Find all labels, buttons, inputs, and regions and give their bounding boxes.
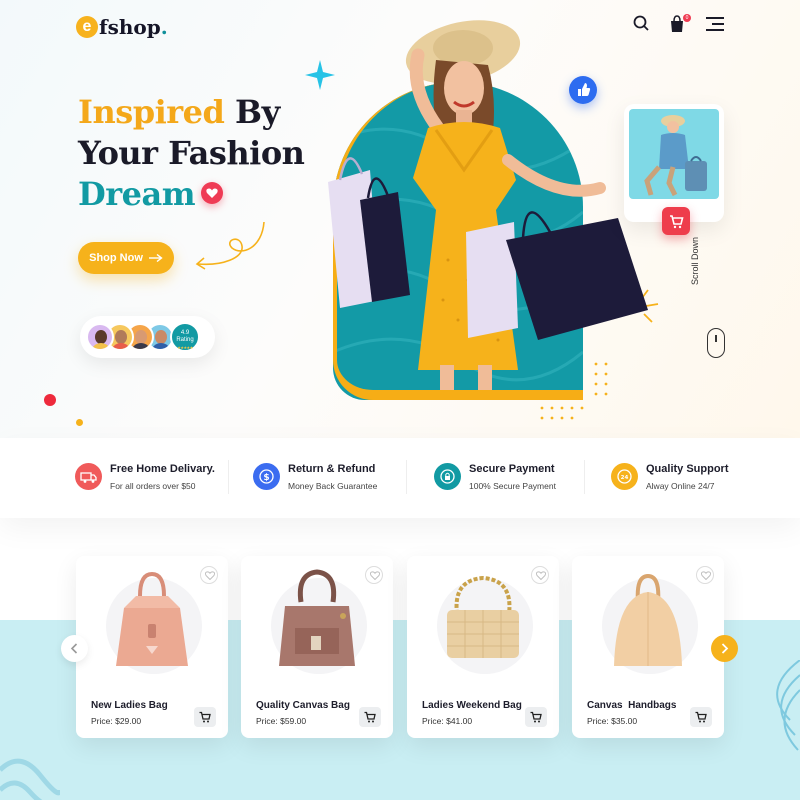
featured-product-image [629,109,719,199]
menu-icon[interactable] [704,13,726,35]
cart-badge: 0 [683,14,691,22]
decorative-swirl [0,758,60,800]
product-name: Quality Canvas Bag [256,700,350,711]
cart-icon [670,215,684,229]
hero-model-image [328,20,648,390]
svg-text:$: $ [263,473,269,483]
add-to-cart-button[interactable] [690,707,712,727]
product-name: New Ladies Bag [91,700,168,711]
feature-subtitle: Alway Online 24/7 [646,481,715,491]
feature-subtitle: For all orders over $50 [110,481,196,491]
truck-icon [75,463,102,490]
feature-payment: Secure Payment 100% Secure Payment [434,463,556,491]
divider [406,460,407,494]
orange-dot [76,419,83,426]
feature-refund: $ Return & Refund Money Back Guarantee [253,463,377,491]
cart-icon [199,711,211,723]
features-bar: Free Home Delivary. For all orders over … [0,438,800,518]
headline-word-by: By [235,93,280,131]
product-card[interactable]: Ladies Weekend Bag Price: $41.00 [407,556,559,738]
rating-stars: ★★★★★ [177,345,193,350]
featured-add-to-cart-button[interactable] [662,207,690,235]
customer-avatars: 4.9 Rating ★★★★★ [80,316,215,358]
rating-badge: 4.9 Rating ★★★★★ [170,322,200,352]
brand-logo[interactable]: e fshop. [76,15,168,39]
featured-product-card[interactable] [624,104,724,222]
dollar-icon: $ [253,463,280,490]
red-dot [44,394,56,406]
thumbs-up-icon [569,76,597,104]
rating-label: Rating [176,337,194,343]
divider [228,460,229,494]
carousel-prev-button[interactable] [61,635,88,662]
shop-now-button[interactable]: Shop Now [78,242,174,274]
scroll-down-label: Scroll Down [690,236,700,285]
product-card[interactable]: New Ladies Bag Price: $29.00 [76,556,228,738]
headline-line-2: Your Fashion [78,134,305,172]
add-to-cart-button[interactable] [359,707,381,727]
product-price: Price: $29.00 [91,716,142,726]
cart-icon [364,711,376,723]
headline-word-inspired: Inspired [78,93,225,131]
cart-icon [695,711,707,723]
heart-icon [201,181,224,204]
chevron-right-icon [721,643,729,654]
support-icon: 24 [611,463,638,490]
product-price: Price: $59.00 [256,716,307,726]
headline-word-dream: Dream [78,175,196,213]
divider [584,460,585,494]
cart-icon[interactable]: 0 [667,13,691,35]
wishlist-heart-icon[interactable] [200,566,218,584]
feature-subtitle: 100% Secure Payment [469,481,556,491]
rating-value: 4.9 [180,330,190,336]
product-image [279,569,355,666]
product-image [614,573,682,666]
shop-now-label: Shop Now [89,252,143,264]
wishlist-heart-icon[interactable] [365,566,383,584]
feature-title: Quality Support [646,463,729,475]
scroll-down-mouse-icon[interactable] [707,328,725,358]
hero-headline: Inspired By Your Fashion Dream [78,92,305,215]
carousel-next-button[interactable] [711,635,738,662]
logo-dot: . [160,15,168,39]
feature-delivery: Free Home Delivary. For all orders over … [75,463,215,491]
curly-arrow-icon [195,221,265,270]
logo-mark: e [76,16,98,38]
product-name: Canvas Handbags [587,700,677,711]
feature-support: 24 Quality Support Alway Online 24/7 [611,463,729,491]
product-price: Price: $41.00 [422,716,473,726]
svg-text:24: 24 [621,475,629,481]
chevron-left-icon [70,643,78,654]
product-image [116,571,188,666]
arrow-right-icon [148,254,163,262]
feature-title: Free Home Delivary. [110,463,215,475]
logo-text: fshop [99,15,161,39]
avatar [86,323,114,351]
product-card[interactable]: Canvas Handbags Price: $35.00 [572,556,724,738]
feature-title: Secure Payment [469,463,555,475]
wishlist-heart-icon[interactable] [531,566,549,584]
decorative-swirl-right [776,660,800,751]
lock-icon [434,463,461,490]
product-image [447,575,519,658]
feature-title: Return & Refund [288,463,376,475]
product-card[interactable]: Quality Canvas Bag Price: $59.00 [241,556,393,738]
add-to-cart-button[interactable] [194,707,216,727]
product-price: Price: $35.00 [587,716,638,726]
add-to-cart-button[interactable] [525,707,547,727]
feature-subtitle: Money Back Guarantee [288,481,378,491]
cart-icon [530,711,542,723]
product-name: Ladies Weekend Bag [422,700,522,711]
wishlist-heart-icon[interactable] [696,566,714,584]
